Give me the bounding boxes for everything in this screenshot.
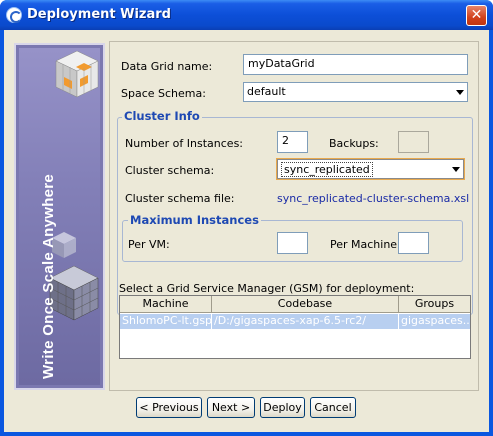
per-vm-input[interactable] <box>277 232 308 254</box>
max-instances-title: Maximum Instances <box>128 213 261 227</box>
per-vm-label: Per VM: <box>128 238 170 251</box>
deployment-wizard-window: Deployment Wizard ✕ Write Once Scale Any… <box>0 0 493 436</box>
title-bar[interactable]: Deployment Wizard ✕ <box>0 0 493 30</box>
close-icon: ✕ <box>470 7 483 23</box>
cell-codebase: /D:/gigaspaces-xap-6.5-rc2/ <box>212 314 399 329</box>
column-header-codebase[interactable]: Codebase <box>212 296 399 313</box>
cancel-button[interactable]: Cancel <box>310 397 356 418</box>
gsm-table[interactable]: Machine Codebase Groups ShlomoPC-lt.gsp.… <box>119 295 471 359</box>
cell-machine: ShlomoPC-lt.gsp... <box>122 314 212 329</box>
wizard-banner: Write Once Scale Anywhere <box>14 43 105 390</box>
num-instances-input[interactable]: 2 <box>277 131 308 153</box>
per-machine-input[interactable] <box>398 232 429 254</box>
dialog-client-area: Write Once Scale Anywhere Data Grid name… <box>4 30 489 432</box>
next-button[interactable]: Next > <box>207 397 255 418</box>
cluster-schema-file-label: Cluster schema file: <box>125 192 235 205</box>
column-header-groups[interactable]: Groups <box>399 296 470 313</box>
space-schema-select[interactable]: default <box>243 82 468 102</box>
gsm-select-label: Select a Grid Service Manager (GSM) for … <box>119 282 415 295</box>
column-header-machine[interactable]: Machine <box>120 296 212 313</box>
cell-groups: gigaspaces... <box>401 314 470 327</box>
deploy-button[interactable]: Deploy <box>260 397 305 418</box>
space-schema-value: default <box>247 85 286 98</box>
cube-logo-top-icon <box>55 50 99 98</box>
data-grid-name-input[interactable]: myDataGrid <box>243 54 468 75</box>
data-grid-name-label: Data Grid name: <box>121 60 213 73</box>
cluster-schema-value: sync_replicated <box>281 162 373 177</box>
cluster-schema-file-link[interactable]: sync_replicated-cluster-schema.xsl <box>277 192 469 205</box>
previous-button[interactable]: < Previous <box>136 397 202 418</box>
banner-slogan: Write Once Scale Anywhere <box>40 173 57 379</box>
cluster-schema-label: Cluster schema: <box>125 164 215 177</box>
gigaspaces-app-icon <box>6 7 22 23</box>
chevron-down-icon <box>452 167 460 172</box>
close-button[interactable]: ✕ <box>466 5 487 26</box>
table-row[interactable]: ShlomoPC-lt.gsp... /D:/gigaspaces-xap-6.… <box>120 314 470 329</box>
num-instances-label: Number of Instances: <box>125 137 244 150</box>
cluster-info-title: Cluster Info <box>122 109 202 123</box>
chevron-down-icon <box>456 90 464 95</box>
per-machine-label: Per Machine: <box>330 238 401 251</box>
window-title: Deployment Wizard <box>27 7 171 22</box>
backups-input[interactable] <box>398 131 429 153</box>
space-schema-label: Space Schema: <box>121 87 206 100</box>
cluster-schema-select[interactable]: sync_replicated <box>276 158 465 180</box>
gsm-table-header: Machine Codebase Groups <box>120 296 470 313</box>
backups-label: Backups: <box>329 137 379 150</box>
